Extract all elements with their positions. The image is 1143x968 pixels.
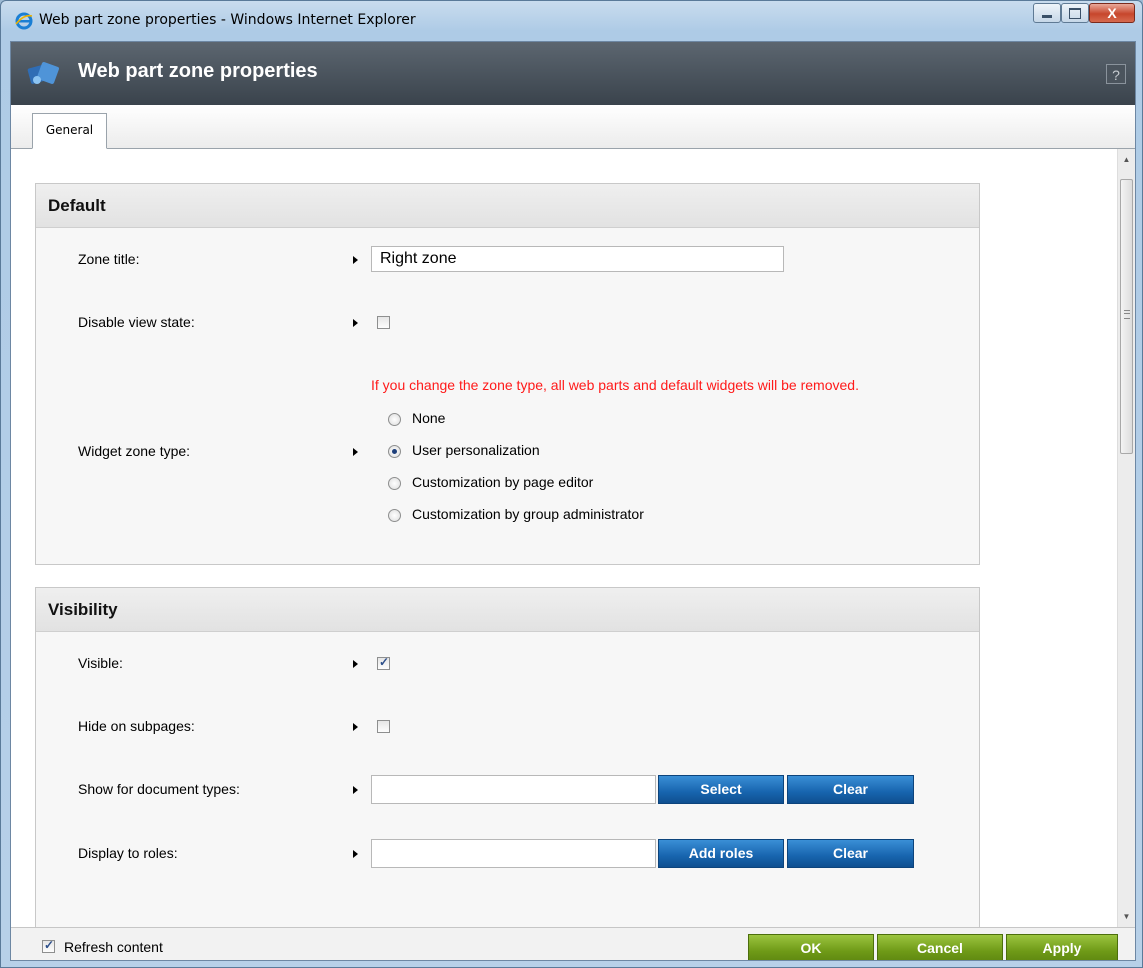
- zone-type-radio-group-administrator[interactable]: [388, 509, 401, 522]
- properties-form: Default Zone title: Right zone Disable v…: [11, 149, 1119, 927]
- refresh-content-checkbox[interactable]: [42, 938, 55, 953]
- help-button[interactable]: ?: [1106, 64, 1126, 84]
- show-doc-types-label: Show for document types:: [78, 781, 240, 797]
- window-titlebar[interactable]: Web part zone properties - Windows Inter…: [1, 1, 1142, 41]
- visibility-section: Visibility Visible: Hide on subpages: Sh…: [35, 587, 980, 927]
- field-arrow-icon: [353, 786, 358, 794]
- close-icon: X: [1107, 5, 1117, 21]
- zone-type-radio-user-personalization[interactable]: [388, 445, 401, 458]
- field-arrow-icon: [353, 256, 358, 264]
- cancel-button[interactable]: Cancel: [877, 934, 1003, 960]
- internet-explorer-icon: [15, 12, 33, 30]
- ok-button[interactable]: OK: [748, 934, 874, 960]
- apply-button[interactable]: Apply: [1006, 934, 1118, 960]
- display-to-roles-label: Display to roles:: [78, 845, 178, 861]
- zone-type-option-label: User personalization: [412, 442, 540, 458]
- zone-title-label: Zone title:: [78, 251, 140, 267]
- window-controls: X: [1033, 3, 1135, 23]
- minimize-icon: [1042, 14, 1052, 18]
- field-arrow-icon: [353, 448, 358, 456]
- dialog-title: Web part zone properties: [78, 60, 318, 82]
- clear-document-types-button[interactable]: Clear: [787, 775, 914, 804]
- field-arrow-icon: [353, 660, 358, 668]
- browser-window: Web part zone properties - Windows Inter…: [0, 0, 1143, 968]
- document-types-input[interactable]: [371, 775, 656, 804]
- hide-on-subpages-checkbox[interactable]: [377, 720, 390, 733]
- zone-type-option-label: Customization by group administrator: [412, 506, 644, 522]
- default-section: Default Zone title: Right zone Disable v…: [35, 183, 980, 565]
- dialog-footer: Refresh content OK Cancel Apply: [11, 927, 1135, 960]
- zone-type-radio-none[interactable]: [388, 413, 401, 426]
- roles-input[interactable]: [371, 839, 656, 868]
- grip-icon: [1124, 310, 1130, 319]
- refresh-content-label: Refresh content: [64, 939, 163, 955]
- window-title: Web part zone properties - Windows Inter…: [39, 12, 416, 28]
- help-icon: ?: [1112, 67, 1120, 83]
- select-document-types-button[interactable]: Select: [658, 775, 784, 804]
- scroll-down-icon[interactable]: ▼: [1118, 908, 1135, 925]
- dialog-header: Web part zone properties ?: [11, 42, 1135, 105]
- section-heading-visibility: Visibility: [36, 588, 979, 632]
- vertical-scrollbar[interactable]: ▲ ▼: [1117, 149, 1135, 927]
- tab-bar: General: [11, 105, 1135, 149]
- visible-checkbox[interactable]: [377, 655, 390, 670]
- tab-general[interactable]: General: [32, 113, 107, 149]
- widget-zone-type-label: Widget zone type:: [78, 443, 191, 459]
- visible-label: Visible:: [78, 655, 123, 671]
- field-arrow-icon: [353, 319, 358, 327]
- minimize-button[interactable]: [1033, 3, 1061, 23]
- clear-roles-button[interactable]: Clear: [787, 839, 914, 868]
- maximize-icon: [1069, 7, 1081, 19]
- add-roles-button[interactable]: Add roles: [658, 839, 784, 868]
- scroll-up-icon[interactable]: ▲: [1118, 151, 1135, 168]
- maximize-button[interactable]: [1061, 3, 1089, 23]
- zone-type-option-label: None: [412, 410, 446, 426]
- disable-view-state-checkbox[interactable]: [377, 316, 390, 329]
- zone-type-option-label: Customization by page editor: [412, 474, 594, 490]
- zone-type-warning: If you change the zone type, all web par…: [371, 377, 859, 393]
- field-arrow-icon: [353, 723, 358, 731]
- section-heading-default: Default: [36, 184, 979, 228]
- close-button[interactable]: X: [1089, 3, 1135, 23]
- web-part-zone-icon: [27, 62, 59, 84]
- zone-type-radio-page-editor[interactable]: [388, 477, 401, 490]
- scrollbar-thumb[interactable]: [1120, 179, 1133, 454]
- zone-title-input[interactable]: Right zone: [371, 246, 784, 272]
- hide-on-subpages-label: Hide on subpages:: [78, 718, 195, 734]
- dialog-client-area: Web part zone properties ? General Defau…: [10, 41, 1136, 961]
- disable-view-state-label: Disable view state:: [78, 314, 195, 330]
- field-arrow-icon: [353, 850, 358, 858]
